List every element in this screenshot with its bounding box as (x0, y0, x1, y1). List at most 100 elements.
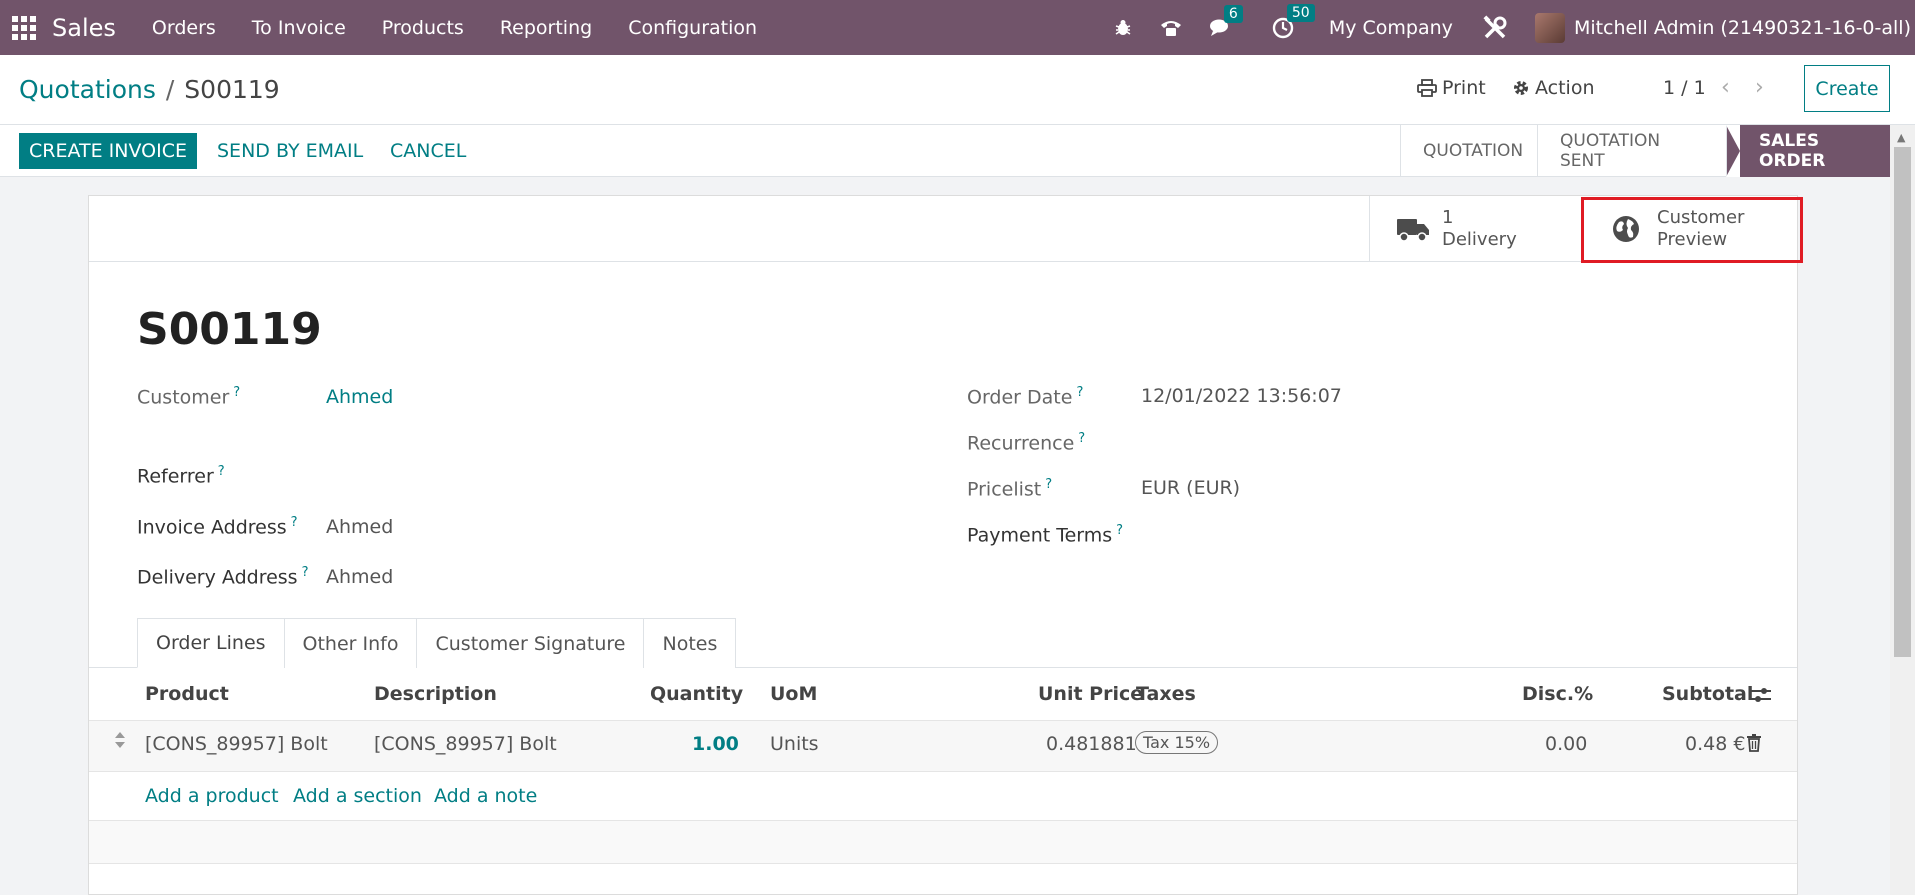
pager-previous-icon[interactable]: ‹ (1721, 75, 1730, 100)
column-description[interactable]: Description (374, 683, 497, 705)
tab-notes[interactable]: Notes (643, 618, 737, 668)
app-name[interactable]: Sales (52, 14, 116, 42)
user-menu[interactable]: Mitchell Admin (21490321-16-0-all) (1574, 17, 1911, 39)
order-date-help-icon[interactable]: ? (1076, 385, 1083, 400)
action-button[interactable]: Action (1512, 77, 1595, 99)
delete-row-icon[interactable] (1746, 734, 1762, 757)
create-invoice-button[interactable]: CREATE INVOICE (19, 133, 197, 169)
breadcrumb-current: S00119 (184, 75, 280, 104)
menu-to-invoice[interactable]: To Invoice (234, 17, 364, 39)
create-button[interactable]: Create (1804, 65, 1890, 112)
page-scrollbar[interactable]: ▲ (1890, 125, 1915, 895)
breadcrumb-quotations[interactable]: Quotations (19, 75, 156, 104)
add-section-link[interactable]: Add a section (293, 785, 422, 807)
smart-button-box: 1 Delivery Customer Preview (89, 196, 1797, 262)
row-quantity[interactable]: 1.00 (692, 733, 739, 755)
top-navbar: Sales Orders To Invoice Products Reporti… (0, 0, 1915, 55)
tab-other-info[interactable]: Other Info (283, 618, 418, 668)
order-title: S00119 (137, 304, 322, 355)
row-description[interactable]: [CONS_89957] Bolt (374, 733, 557, 755)
form-sheet: 1 Delivery Customer Preview S00119 Custo… (88, 195, 1798, 895)
bug-icon[interactable] (1113, 18, 1133, 38)
stage-sales-order[interactable]: SALES ORDER (1726, 125, 1890, 177)
payment-terms-field[interactable] (1141, 523, 1441, 547)
column-discount[interactable]: Disc.% (1522, 683, 1593, 705)
form-tabs: Order Lines Other Info Customer Signatur… (137, 618, 737, 668)
delivery-address-field[interactable]: Ahmed (326, 566, 393, 588)
tab-order-lines[interactable]: Order Lines (137, 618, 285, 668)
row-uom[interactable]: Units (770, 733, 819, 755)
pricelist-field[interactable]: EUR (EUR) (1141, 477, 1240, 499)
customer-preview-line2: Preview (1657, 229, 1728, 250)
delivery-address-label: Delivery Address? (137, 565, 309, 589)
pager-value[interactable]: 1 / 1 (1663, 77, 1706, 99)
messages-badge: 6 (1223, 4, 1243, 23)
print-icon (1417, 79, 1437, 97)
chat-icon[interactable]: 6 (1209, 4, 1243, 38)
stage-quotation-sent[interactable]: QUOTATION SENT (1537, 125, 1726, 177)
column-taxes[interactable]: Taxes (1136, 683, 1196, 705)
menu-products[interactable]: Products (364, 17, 482, 39)
send-by-email-button[interactable]: SEND BY EMAIL (217, 140, 363, 162)
tab-customer-signature[interactable]: Customer Signature (416, 618, 645, 668)
menu-orders[interactable]: Orders (134, 17, 234, 39)
column-subtotal[interactable]: Subtotal (1662, 683, 1753, 705)
delivery-count: 1 (1442, 207, 1454, 228)
apps-menu-icon[interactable] (12, 15, 36, 40)
delivery-label: Delivery (1442, 229, 1517, 250)
truck-icon (1397, 219, 1429, 242)
invoice-address-field[interactable]: Ahmed (326, 516, 393, 538)
drag-handle-icon[interactable] (114, 730, 126, 755)
column-quantity[interactable]: Quantity (650, 683, 743, 705)
clock-icon[interactable]: 50 (1272, 3, 1315, 39)
add-product-link[interactable]: Add a product (145, 785, 279, 807)
add-note-link[interactable]: Add a note (434, 785, 537, 807)
user-avatar[interactable] (1534, 12, 1565, 43)
scroll-up-icon[interactable]: ▲ (1897, 131, 1905, 144)
customer-help-icon[interactable]: ? (233, 385, 240, 400)
scroll-thumb[interactable] (1894, 147, 1911, 657)
pricelist-help-icon[interactable]: ? (1045, 477, 1052, 492)
stage-quotation[interactable]: QUOTATION (1400, 125, 1537, 177)
phone-icon[interactable] (1159, 18, 1183, 38)
company-switcher[interactable]: My Company (1329, 17, 1453, 39)
column-unit-price[interactable]: Unit Price (1038, 683, 1143, 705)
delivery-smart-button[interactable]: 1 Delivery (1369, 196, 1579, 262)
customer-label: Customer? (137, 385, 241, 409)
table-row[interactable] (89, 720, 1797, 772)
pricelist-label: Pricelist? (967, 477, 1053, 501)
cancel-button[interactable]: CANCEL (390, 140, 466, 162)
recurrence-help-icon[interactable]: ? (1078, 431, 1085, 446)
recurrence-field[interactable] (1141, 431, 1441, 455)
menu-reporting[interactable]: Reporting (482, 17, 610, 39)
customer-preview-button[interactable]: Customer Preview (1580, 196, 1798, 262)
row-discount[interactable]: 0.00 (1545, 733, 1587, 755)
invoice-address-label: Invoice Address? (137, 515, 298, 539)
row-unit-price[interactable]: 0.481881 (1046, 733, 1137, 755)
row-tax-badge[interactable]: Tax 15% (1135, 731, 1219, 754)
tools-icon[interactable] (1482, 14, 1508, 41)
activities-badge: 50 (1286, 3, 1315, 22)
row-product[interactable]: [CONS_89957] Bolt (145, 733, 328, 755)
pager-next-icon[interactable]: › (1755, 75, 1764, 100)
invoice-address-help-icon[interactable]: ? (291, 515, 298, 530)
referrer-help-icon[interactable]: ? (218, 464, 225, 479)
status-stages: QUOTATION QUOTATION SENT SALES ORDER (1400, 125, 1890, 177)
action-label: Action (1535, 77, 1595, 99)
optional-columns-icon[interactable] (1750, 685, 1772, 710)
table-bottom-separator (89, 863, 1797, 864)
row-subtotal: 0.48 € (1685, 733, 1746, 755)
column-uom[interactable]: UoM (770, 683, 817, 705)
referrer-field[interactable] (326, 464, 626, 488)
print-label: Print (1442, 77, 1486, 99)
gear-icon (1514, 81, 1528, 95)
print-button[interactable]: Print (1417, 77, 1486, 99)
breadcrumb: Quotations / S00119 (19, 75, 280, 104)
order-date-field[interactable]: 12/01/2022 13:56:07 (1141, 385, 1342, 407)
delivery-address-help-icon[interactable]: ? (302, 565, 309, 580)
customer-field[interactable]: Ahmed (326, 386, 393, 408)
menu-configuration[interactable]: Configuration (610, 17, 775, 39)
payment-terms-help-icon[interactable]: ? (1116, 523, 1123, 538)
empty-row (89, 821, 1797, 863)
column-product[interactable]: Product (145, 683, 229, 705)
